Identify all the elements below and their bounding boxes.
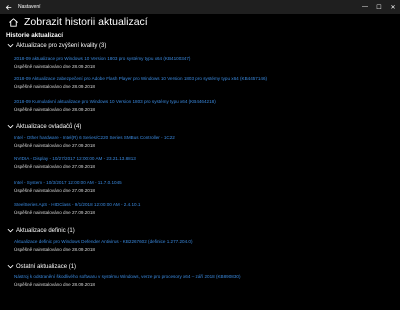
list-item: Aktualizace definic pro Windows Defender… — [14, 239, 193, 252]
page-header: Zobrazit historii aktualizací — [6, 15, 148, 29]
group-header-driver-updates[interactable]: Aktualizace ovladačů (4) — [6, 122, 81, 131]
list-item: Intel - System - 10/3/2017 12:00:00 AM -… — [14, 180, 122, 193]
update-link[interactable]: 2018-09 Kumulativní aktualizace pro Wind… — [14, 99, 216, 104]
group-label: Aktualizace definic (1) — [16, 227, 75, 234]
chevron-down-icon — [6, 42, 14, 50]
back-arrow-icon — [5, 4, 11, 10]
update-status: Úspěšně nainstalováno dne 28.09.2018 — [14, 64, 95, 69]
chevron-down-icon — [6, 263, 14, 271]
group-quality-updates: Aktualizace pro zvýšení kvality (3) — [6, 41, 106, 50]
group-other-updates: Ostatní aktualizace (1) — [6, 262, 76, 271]
update-status: Úspěšně nainstalováno dne 27.09.2018 — [14, 143, 95, 148]
group-driver-updates: Aktualizace ovladačů (4) — [6, 122, 81, 131]
update-link[interactable]: 2018-09 aktualizace pro Windows 10 Versi… — [14, 56, 190, 61]
chevron-down-icon — [6, 227, 14, 235]
update-link[interactable]: Intel - System - 10/3/2017 12:00:00 AM -… — [14, 180, 122, 185]
group-header-other-updates[interactable]: Ostatní aktualizace (1) — [6, 262, 76, 271]
maximize-button[interactable]: ☐ — [372, 0, 386, 14]
update-status: Úspěšně nainstalováno dne 28.09.2018 — [14, 282, 95, 287]
group-header-definition-updates[interactable]: Aktualizace definic (1) — [6, 226, 75, 235]
update-status: Úspěšně nainstalováno dne 27.09.2018 — [14, 210, 95, 215]
group-header-quality-updates[interactable]: Aktualizace pro zvýšení kvality (3) — [6, 41, 106, 50]
group-label: Aktualizace pro zvýšení kvality (3) — [16, 42, 107, 49]
update-link[interactable]: Intel - Other hardware - Intel(R) 6 Seri… — [14, 135, 175, 140]
back-button[interactable] — [0, 0, 16, 14]
update-link[interactable]: Nástroj k odstranění škodlivého softwaru… — [14, 274, 240, 279]
list-item: 2018-09 Aktualizace zabezpečení pro Adob… — [14, 76, 267, 89]
list-item: 2018-09 aktualizace pro Windows 10 Versi… — [14, 56, 190, 69]
title-bar: Nastavení — ☐ ✕ — [0, 0, 400, 14]
list-item: SteelSeries ApS - HIDClass - 9/1/2018 12… — [14, 202, 140, 215]
list-item: 2018-09 Kumulativní aktualizace pro Wind… — [14, 99, 216, 112]
update-link[interactable]: Aktualizace definic pro Windows Defender… — [14, 239, 193, 244]
group-label: Ostatní aktualizace (1) — [16, 263, 77, 270]
update-status: Úspěšně nainstalováno dne 28.09.2018 — [14, 247, 95, 252]
app-title: Nastavení — [18, 4, 41, 10]
list-item: Nástroj k odstranění škodlivého softwaru… — [14, 274, 240, 287]
minimize-button[interactable]: — — [358, 0, 372, 14]
update-link[interactable]: SteelSeries ApS - HIDClass - 9/1/2018 12… — [14, 202, 140, 207]
update-status: Úspěšně nainstalováno dne 28.09.2018 — [14, 107, 95, 112]
update-status: Úspěšně nainstalováno dne 27.09.2018 — [14, 164, 95, 169]
update-status: Úspěšně nainstalováno dne 28.09.2018 — [14, 84, 95, 89]
close-button[interactable]: ✕ — [386, 0, 400, 14]
update-link[interactable]: 2018-09 Aktualizace zabezpečení pro Adob… — [14, 76, 267, 81]
update-status: Úspěšně nainstalováno dne 27.09.2018 — [14, 188, 95, 193]
section-title: Historie aktualizací — [6, 32, 64, 39]
home-icon[interactable] — [6, 15, 20, 29]
update-link[interactable]: NVIDIA - Display - 10/27/2017 12:00:00 A… — [14, 156, 136, 161]
list-item: Intel - Other hardware - Intel(R) 6 Seri… — [14, 135, 175, 148]
group-label: Aktualizace ovladačů (4) — [16, 123, 82, 130]
group-definition-updates: Aktualizace definic (1) — [6, 226, 75, 235]
chevron-down-icon — [6, 123, 14, 131]
window-controls: — ☐ ✕ — [358, 0, 400, 14]
page-title: Zobrazit historii aktualizací — [24, 16, 148, 28]
list-item: NVIDIA - Display - 10/27/2017 12:00:00 A… — [14, 156, 136, 169]
